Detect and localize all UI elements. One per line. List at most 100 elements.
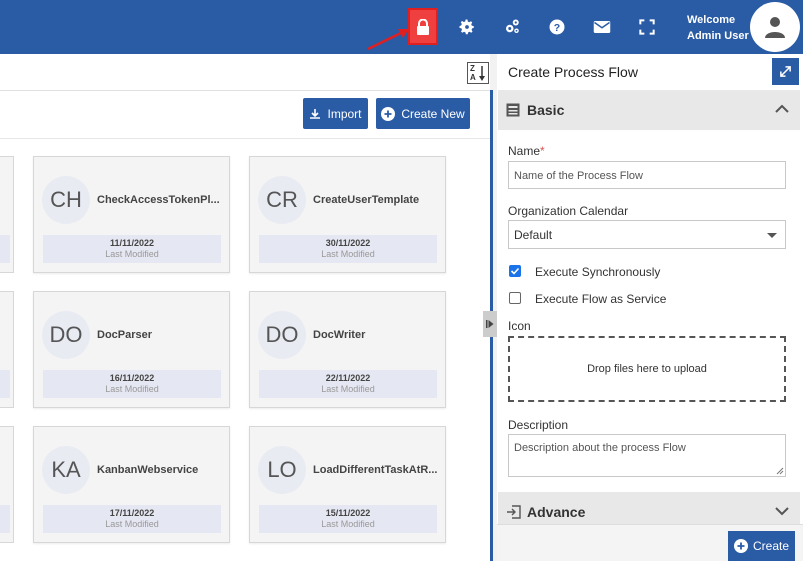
svg-text:?: ? [554,22,560,34]
process-flow-card-partial[interactable] [0,291,14,408]
sort-alpha-icon: Z A [470,64,485,82]
messages-button[interactable] [591,16,613,38]
mail-icon [593,21,611,33]
card-name: DocWriter [313,329,366,341]
card-name: CheckAccessTokenPl... [97,194,220,206]
card-footer: 22/11/2022 Last Modified [259,370,437,398]
process-flow-card[interactable]: CH CheckAccessTokenPl... 11/11/2022 Last… [33,156,230,273]
chevron-up-icon [775,104,789,113]
card-date: 17/11/2022 [109,508,155,518]
card-meta: Last Modified [321,384,375,394]
lock-icon [417,18,429,35]
create-new-label: Create New [401,106,465,121]
name-label-text: Name [508,144,541,158]
description-textarea[interactable]: Description about the process Flow [508,434,786,477]
icon-dropzone[interactable]: Drop files here to upload [508,336,786,402]
card-footer: 17/11/2022 Last Modified [43,505,221,533]
avatar[interactable] [750,2,800,52]
dropzone-text: Drop files here to upload [587,363,707,375]
process-flow-card-partial[interactable] [0,156,14,273]
create-process-flow-panel [497,54,803,561]
calendar-select[interactable]: Default [508,220,786,249]
card-footer: 11/11/2022 Last Modified [43,235,221,263]
card-footer: 16/11/2022 Last Modified [43,370,221,398]
plus-circle-icon [381,106,396,121]
divider [0,138,490,139]
divider [0,90,490,91]
card-meta: Last Modified [105,249,159,259]
calendar-label: Organization Calendar [508,204,629,218]
welcome-text: Welcome Admin User [687,12,749,44]
form-icon [506,103,520,117]
user-name: Admin User [687,30,749,42]
card-initials: CR [258,176,306,224]
card-initials: LO [258,446,306,494]
card-footer: 15/11/2022 Last Modified [259,505,437,533]
import-button[interactable]: Import [303,98,368,129]
name-label: Name* [508,144,545,158]
calendar-value: Default [514,228,553,242]
process-flow-card[interactable]: DO DocWriter 22/11/2022 Last Modified [249,291,446,408]
execute-as-service-checkbox[interactable] [509,292,521,304]
create-new-button[interactable]: Create New [376,98,470,129]
create-button[interactable]: Create [728,531,795,561]
plus-circle-icon [733,539,748,553]
card-meta: Last Modified [105,384,159,394]
card-initials: DO [258,311,306,359]
expand-icon [780,66,791,77]
configuration-button[interactable] [501,16,523,38]
fullscreen-icon [639,19,655,35]
login-icon [507,505,521,519]
process-flow-card[interactable]: DO DocParser 16/11/2022 Last Modified [33,291,230,408]
card-name: CreateUserTemplate [313,194,420,206]
process-flow-card[interactable]: CR CreateUserTemplate 30/11/2022 Last Mo… [249,156,446,273]
chevron-down-icon [767,233,777,238]
card-date: 16/11/2022 [109,373,155,383]
chevron-down-icon [775,507,789,516]
settings-button[interactable] [456,16,478,38]
resize-grip-icon[interactable] [775,466,784,475]
card-date: 11/11/2022 [109,238,155,248]
card-footer: 30/11/2022 Last Modified [259,235,437,263]
card-meta: Last Modified [321,249,375,259]
card-name: KanbanWebservice [97,464,199,476]
expand-panel-button[interactable] [772,58,799,85]
help-button[interactable]: ? [546,16,568,38]
sort-az-button[interactable]: Z A [467,62,489,84]
basic-section-header[interactable]: Basic [498,90,800,130]
basic-section-title: Basic [527,102,565,118]
card-date: 15/11/2022 [325,508,371,518]
card-name: LoadDifferentTaskAtR... [313,464,438,476]
execute-sync-label[interactable]: Execute Synchronously [535,265,660,279]
cogs-icon [506,19,519,33]
execute-sync-checkbox[interactable] [509,265,521,277]
fullscreen-button[interactable] [636,16,658,38]
svg-text:Z: Z [470,64,475,73]
card-initials: CH [42,176,90,224]
process-flow-card[interactable]: LO LoadDifferentTaskAtR... 15/11/2022 La… [249,426,446,543]
annotation-arrow [367,29,409,51]
card-meta: Last Modified [105,519,159,529]
help-icon: ? [549,19,565,35]
description-placeholder: Description about the process Flow [514,442,686,454]
collapse-panel-button[interactable] [483,311,497,337]
import-label: Import [327,106,362,121]
execute-as-service-label[interactable]: Execute Flow as Service [535,292,666,306]
user-icon [765,17,785,38]
process-flow-card-partial[interactable] [0,426,14,543]
card-meta: Last Modified [321,519,375,529]
welcome-label: Welcome [687,14,736,26]
panel-title: Create Process Flow [508,64,638,80]
required-marker: * [540,144,545,158]
download-icon [310,108,321,119]
card-name: DocParser [97,329,153,341]
check-icon [510,267,520,275]
process-flow-card[interactable]: KA KanbanWebservice 17/11/2022 Last Modi… [33,426,230,543]
name-input[interactable]: Name of the Process Flow [508,161,786,189]
svg-text:A: A [470,73,476,82]
lock-button[interactable] [408,8,438,45]
card-date: 22/11/2022 [325,373,371,383]
description-label: Description [508,418,569,432]
icon-label: Icon [508,319,531,333]
card-initials: KA [42,446,90,494]
